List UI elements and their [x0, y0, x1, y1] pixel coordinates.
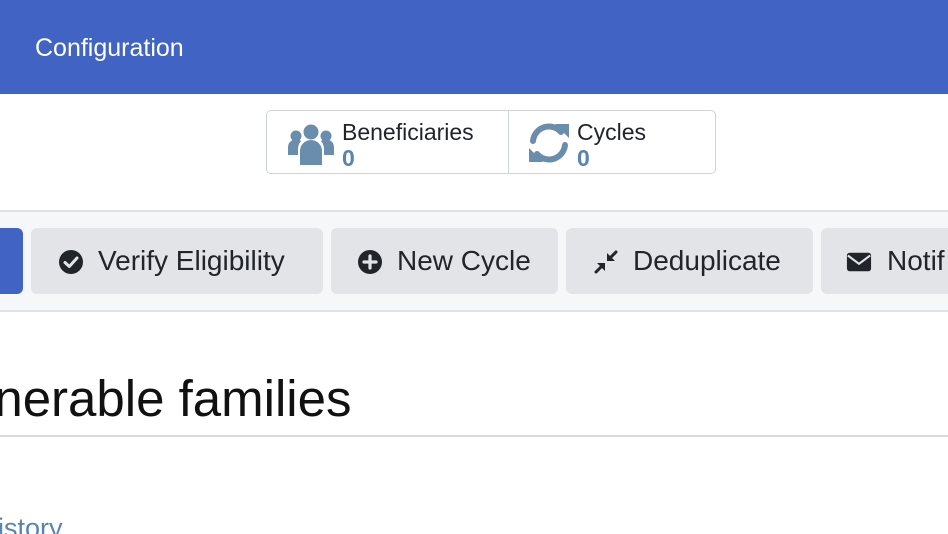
record-title[interactable]: lnerable families [0, 368, 352, 430]
compress-icon [594, 250, 618, 274]
refresh-icon [529, 123, 569, 163]
primary-action-button[interactable] [0, 228, 23, 294]
deduplicate-label: Deduplicate [633, 245, 781, 276]
smart-buttons: Beneficiaries 0 Cycles 0 [266, 110, 716, 174]
beneficiaries-smart-button[interactable]: Beneficiaries 0 [267, 111, 509, 173]
notify-button[interactable]: Notif [821, 228, 948, 294]
title-divider [0, 435, 948, 437]
cycles-smart-button[interactable]: Cycles 0 [509, 111, 715, 173]
verify-eligibility-button[interactable]: Verify Eligibility [31, 228, 323, 294]
menu-configuration[interactable]: Configuration [35, 32, 184, 64]
tab-history[interactable]: listory [0, 512, 63, 534]
action-button-bar: Verify Eligibility New Cycle Deduplicate [0, 210, 948, 312]
top-navbar: Configuration [0, 0, 948, 94]
new-cycle-button[interactable]: New Cycle [331, 228, 558, 294]
new-cycle-label: New Cycle [397, 245, 531, 276]
program-form-page: Configuration Beneficiaries 0 Cycles 0 V… [0, 0, 948, 534]
beneficiaries-count: 0 [342, 145, 355, 171]
plus-circle-icon [358, 250, 382, 274]
envelope-icon [846, 252, 872, 272]
notify-label: Notif [887, 245, 945, 276]
deduplicate-button[interactable]: Deduplicate [566, 228, 813, 294]
beneficiaries-label: Beneficiaries [342, 119, 474, 145]
users-icon [288, 124, 334, 165]
check-circle-icon [59, 250, 83, 274]
cycles-count: 0 [577, 145, 590, 171]
verify-eligibility-label: Verify Eligibility [98, 245, 285, 276]
cycles-label: Cycles [577, 119, 647, 145]
